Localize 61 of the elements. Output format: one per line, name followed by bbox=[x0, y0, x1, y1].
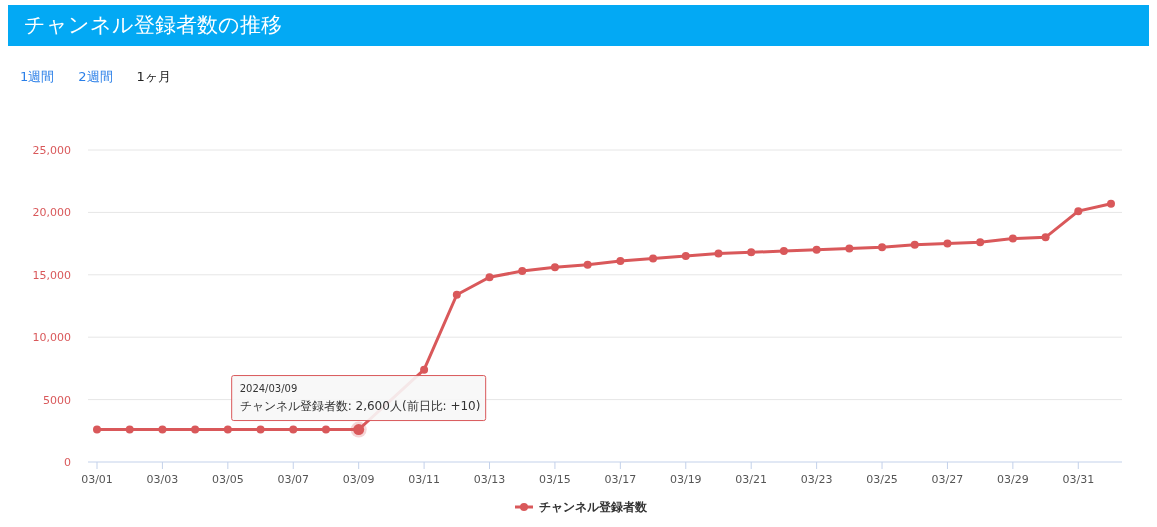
data-point bbox=[420, 365, 429, 374]
data-point bbox=[681, 252, 690, 261]
data-point bbox=[256, 425, 265, 434]
y-axis-label: 25,000 bbox=[32, 144, 71, 157]
data-point bbox=[485, 273, 494, 282]
y-axis-label: 20,000 bbox=[32, 206, 71, 220]
data-point bbox=[321, 425, 330, 434]
data-point bbox=[452, 290, 461, 299]
x-axis-label: 03/03 bbox=[146, 473, 179, 486]
data-point bbox=[93, 425, 101, 434]
range-tab[interactable]: 2週間 bbox=[78, 68, 113, 98]
data-point bbox=[125, 425, 134, 434]
x-axis-label: 03/01 bbox=[81, 473, 113, 486]
data-point bbox=[223, 425, 232, 434]
data-point bbox=[158, 425, 167, 434]
x-axis-label: 03/13 bbox=[473, 473, 506, 486]
x-axis-label: 03/31 bbox=[1062, 473, 1095, 486]
data-point bbox=[1041, 233, 1050, 242]
x-axis-label: 03/19 bbox=[669, 473, 702, 486]
data-point bbox=[616, 257, 625, 266]
data-point bbox=[1008, 234, 1017, 243]
data-point bbox=[1107, 199, 1115, 208]
range-tab[interactable]: 1週間 bbox=[20, 68, 55, 98]
data-point bbox=[910, 240, 919, 249]
data-point bbox=[976, 238, 985, 247]
data-point bbox=[649, 254, 658, 263]
data-point bbox=[1074, 207, 1083, 216]
y-axis-label: 10,000 bbox=[32, 331, 71, 345]
x-axis-label: 03/21 bbox=[735, 473, 768, 486]
data-point bbox=[191, 425, 200, 434]
x-axis-label: 03/23 bbox=[800, 473, 833, 486]
y-axis-label: 0 bbox=[64, 456, 71, 469]
x-axis-label: 03/15 bbox=[539, 473, 571, 486]
data-point bbox=[583, 260, 592, 269]
data-point bbox=[747, 248, 756, 257]
x-axis-label: 03/17 bbox=[604, 473, 637, 486]
x-axis-label: 03/05 bbox=[212, 473, 244, 486]
tooltip-text: チャンネル登録者数: 2,600人(前日比: +10) bbox=[239, 398, 481, 413]
header-title: チャンネル登録者数の推移 bbox=[24, 12, 282, 39]
x-axis-label: 03/25 bbox=[866, 473, 898, 486]
legend-label: チャンネル登録者数 bbox=[539, 500, 648, 514]
x-axis-label: 03/09 bbox=[342, 473, 375, 486]
y-axis-label: 15,000 bbox=[32, 268, 71, 282]
x-axis-label: 03/07 bbox=[277, 473, 310, 486]
data-point bbox=[878, 243, 887, 252]
y-axis-label: 5000 bbox=[43, 393, 71, 407]
x-axis-label: 03/29 bbox=[997, 473, 1029, 486]
x-axis-label: 03/11 bbox=[408, 473, 440, 486]
data-point bbox=[943, 239, 952, 248]
data-point bbox=[289, 425, 298, 434]
data-point bbox=[812, 245, 821, 254]
tooltip-date: 2024/03/09 bbox=[239, 382, 298, 394]
data-point bbox=[550, 263, 559, 272]
data-point bbox=[518, 267, 527, 276]
x-axis-label: 03/27 bbox=[931, 473, 964, 486]
data-point bbox=[845, 244, 854, 253]
legend-item[interactable]: チャンネル登録者数 bbox=[515, 500, 647, 514]
data-point bbox=[779, 247, 788, 256]
highlighted-point bbox=[350, 421, 367, 438]
data-point bbox=[714, 249, 723, 258]
range-tab[interactable]: 1ヶ月 bbox=[136, 68, 171, 98]
